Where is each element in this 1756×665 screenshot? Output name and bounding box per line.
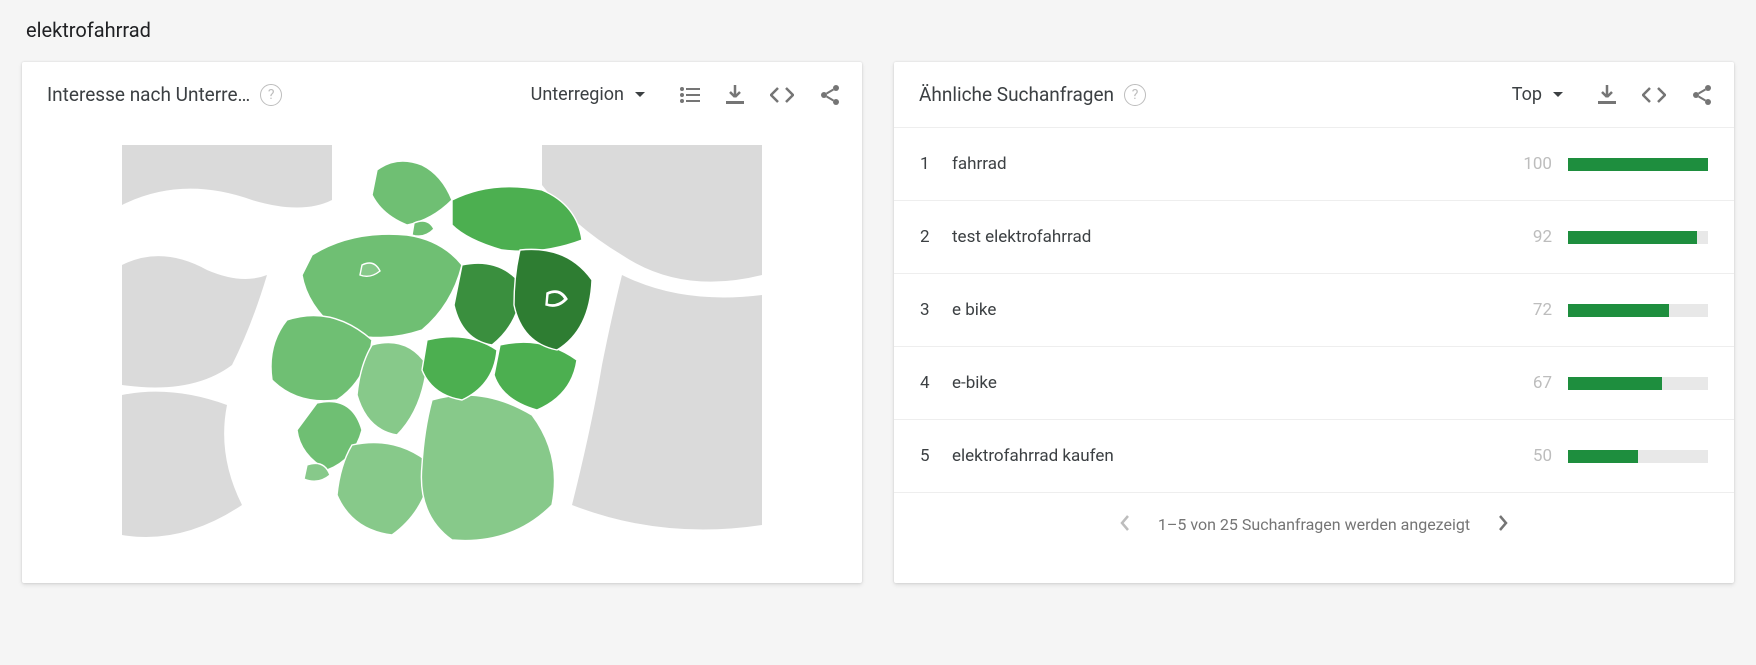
sort-dropdown[interactable]: Top	[1510, 80, 1566, 109]
page-title: elektrofahrrad	[22, 18, 1734, 62]
query-row[interactable]: 2test elektrofahrrad92	[894, 200, 1734, 273]
query-bar	[1568, 450, 1708, 463]
query-score: 72	[1512, 300, 1568, 320]
query-rank: 4	[920, 373, 952, 393]
query-row[interactable]: 5elektrofahrrad kaufen50	[894, 419, 1734, 492]
query-term: e bike	[952, 300, 1512, 320]
dropdown-label: Unterregion	[531, 84, 624, 105]
download-icon[interactable]	[726, 85, 744, 105]
region-level-dropdown[interactable]: Unterregion	[529, 80, 648, 109]
query-bar	[1568, 377, 1708, 390]
next-page-button[interactable]	[1498, 512, 1508, 537]
pager: 1–5 von 25 Suchanfragen werden angezeigt	[894, 492, 1734, 556]
query-score: 50	[1512, 446, 1568, 466]
embed-icon[interactable]	[770, 87, 794, 103]
help-icon[interactable]: ?	[1124, 84, 1146, 106]
list-view-icon[interactable]	[680, 87, 700, 103]
help-icon[interactable]: ?	[260, 84, 282, 106]
card-title: Interesse nach Unterre…	[47, 83, 250, 106]
card-header: Ähnliche Suchanfragen ? Top	[894, 62, 1734, 127]
query-rank: 1	[920, 154, 952, 174]
query-bar	[1568, 158, 1708, 171]
related-queries-card: Ähnliche Suchanfragen ? Top	[894, 62, 1734, 583]
query-row[interactable]: 3e bike72	[894, 273, 1734, 346]
share-icon[interactable]	[1692, 84, 1712, 106]
prev-page-button[interactable]	[1120, 512, 1130, 537]
query-term: elektrofahrrad kaufen	[952, 446, 1512, 466]
query-term: e-bike	[952, 373, 1512, 393]
query-bar	[1568, 231, 1708, 244]
query-list: 1fahrrad1002test elektrofahrrad923e bike…	[894, 127, 1734, 492]
query-term: fahrrad	[952, 154, 1512, 174]
dropdown-label: Top	[1512, 84, 1542, 105]
card-header: Interesse nach Unterre… ? Unterregion	[22, 62, 862, 127]
query-score: 67	[1512, 373, 1568, 393]
query-term: test elektrofahrrad	[952, 227, 1512, 247]
query-row[interactable]: 1fahrrad100	[894, 127, 1734, 200]
query-row[interactable]: 4e-bike67	[894, 346, 1734, 419]
query-score: 100	[1512, 154, 1568, 174]
pager-text: 1–5 von 25 Suchanfragen werden angezeigt	[1158, 515, 1470, 534]
region-interest-card: Interesse nach Unterre… ? Unterregion	[22, 62, 862, 583]
chevron-down-icon	[634, 91, 646, 99]
share-icon[interactable]	[820, 84, 840, 106]
chevron-down-icon	[1552, 91, 1564, 99]
query-rank: 3	[920, 300, 952, 320]
query-rank: 5	[920, 446, 952, 466]
query-score: 92	[1512, 227, 1568, 247]
card-title: Ähnliche Suchanfragen	[919, 83, 1114, 106]
query-bar	[1568, 304, 1708, 317]
embed-icon[interactable]	[1642, 87, 1666, 103]
query-rank: 2	[920, 227, 952, 247]
germany-map[interactable]	[122, 145, 762, 555]
download-icon[interactable]	[1598, 85, 1616, 105]
